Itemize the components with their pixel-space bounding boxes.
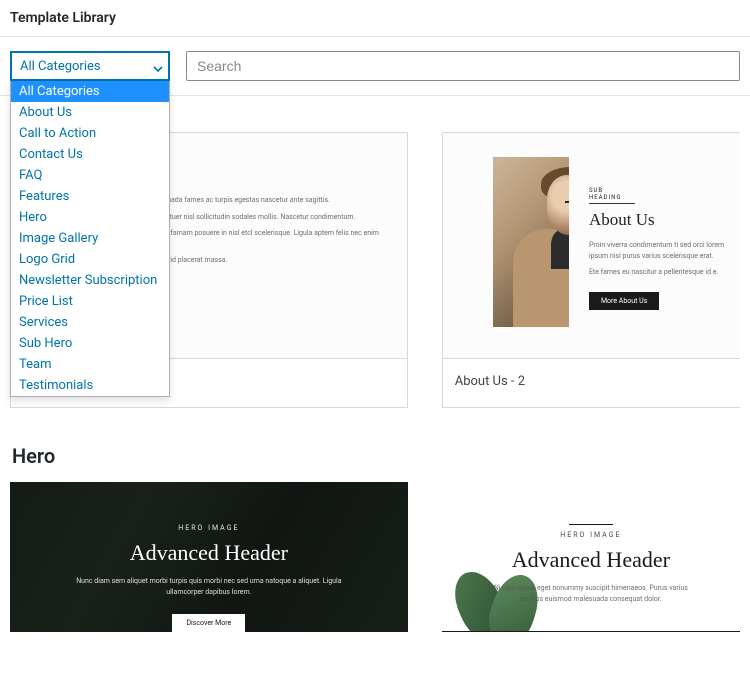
thumb-body: Nunc diam sem aliquet morbi turpis quis … bbox=[10, 576, 408, 598]
category-option[interactable]: Sub Hero bbox=[11, 333, 169, 354]
category-option[interactable]: Contact Us bbox=[11, 144, 169, 165]
thumb-body: Proin viverra condimentum ti sed orci lo… bbox=[589, 240, 740, 278]
category-select-display[interactable]: All Categories bbox=[10, 51, 170, 81]
category-option[interactable]: FAQ bbox=[11, 165, 169, 186]
thumb-button: Discover More bbox=[172, 614, 245, 632]
category-dropdown[interactable]: All CategoriesAbout UsCall to ActionCont… bbox=[10, 81, 170, 397]
category-option[interactable]: Image Gallery bbox=[11, 228, 169, 249]
template-card[interactable]: HERO IMAGE Advanced Header Ni nam natus … bbox=[442, 482, 740, 632]
category-option[interactable]: Features bbox=[11, 186, 169, 207]
toolbar: All Categories All CategoriesAbout UsCal… bbox=[0, 37, 750, 96]
template-caption: About Us - 2 bbox=[443, 358, 740, 407]
template-thumbnail: HERO IMAGE Advanced Header Nunc diam sem… bbox=[10, 482, 408, 632]
template-card[interactable]: HERO IMAGE Advanced Header Nunc diam sem… bbox=[10, 482, 408, 632]
thumb-subheading: HERO IMAGE bbox=[10, 524, 408, 532]
thumb-title: Advanced Header bbox=[10, 540, 408, 566]
category-option[interactable]: Hero bbox=[11, 207, 169, 228]
page-title: Template Library bbox=[10, 10, 750, 26]
category-option[interactable]: Logo Grid bbox=[11, 249, 169, 270]
template-thumbnail: SUB HEADING About Us Proin viverra condi… bbox=[443, 133, 740, 358]
thumb-button: More About Us bbox=[589, 292, 659, 310]
category-select[interactable]: All Categories All CategoriesAbout UsCal… bbox=[10, 51, 170, 81]
category-select-value: All Categories bbox=[20, 59, 101, 74]
category-option[interactable]: Services bbox=[11, 312, 169, 333]
thumb-subheading: SUB HEADING bbox=[589, 187, 635, 204]
template-thumbnail: HERO IMAGE Advanced Header Ni nam natus … bbox=[442, 482, 740, 632]
thumbnail-image bbox=[493, 157, 569, 327]
category-option[interactable]: Call to Action bbox=[11, 123, 169, 144]
thumb-subheading: HERO IMAGE bbox=[442, 531, 740, 539]
header: Template Library bbox=[0, 0, 750, 37]
section-title-hero: Hero bbox=[12, 444, 740, 468]
thumb-body: Ni nam natus eget nonummy suscipit himen… bbox=[442, 583, 740, 605]
template-card[interactable]: SUB HEADING About Us Proin viverra condi… bbox=[442, 132, 740, 408]
category-option[interactable]: Newsletter Subscription bbox=[11, 270, 169, 291]
category-option[interactable]: Testimonials bbox=[11, 375, 169, 396]
category-option[interactable]: About Us bbox=[11, 102, 169, 123]
category-option[interactable]: Price List bbox=[11, 291, 169, 312]
category-option[interactable]: Team bbox=[11, 354, 169, 375]
thumb-title: About Us bbox=[589, 210, 740, 230]
search-input[interactable] bbox=[186, 51, 740, 81]
category-option[interactable]: All Categories bbox=[11, 81, 169, 102]
